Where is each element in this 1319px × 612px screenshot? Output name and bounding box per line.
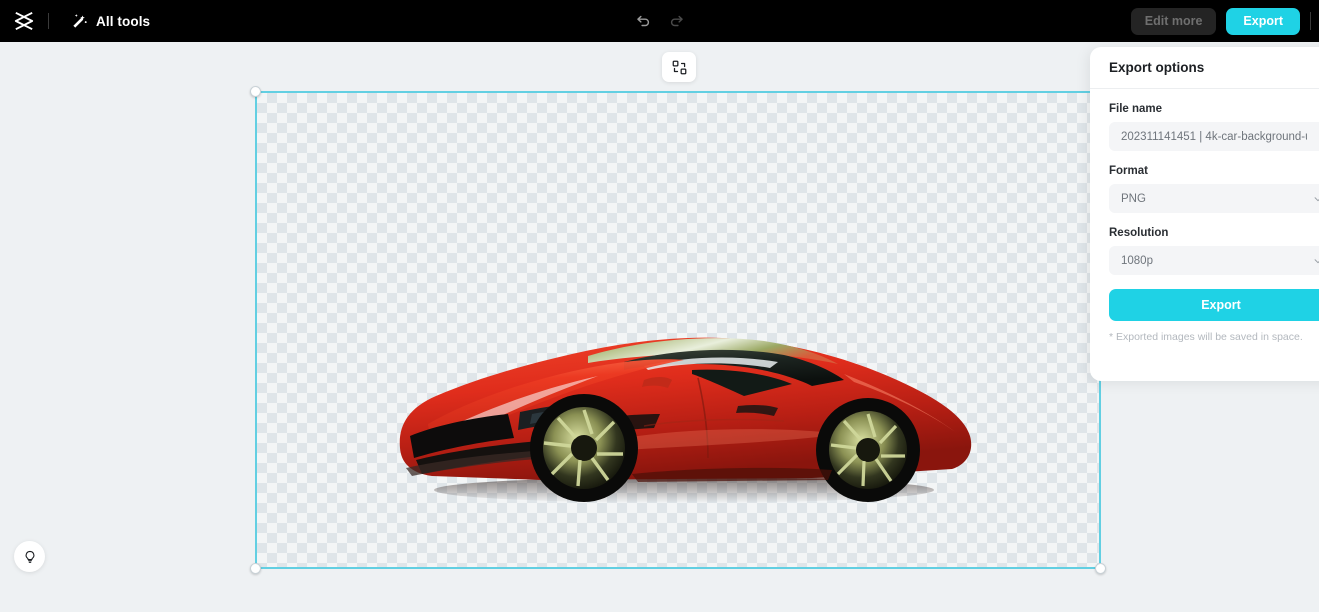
export-panel-header: Export options — [1090, 47, 1319, 89]
magic-wand-icon — [73, 13, 87, 28]
redo-button[interactable] — [667, 11, 687, 31]
history-controls — [633, 11, 687, 31]
app-root: All tools Edit more Export Export option… — [0, 0, 1319, 612]
redo-icon — [670, 15, 683, 27]
format-select[interactable]: PNG — [1109, 184, 1319, 213]
capcut-logo-icon — [14, 11, 34, 31]
edit-more-button[interactable]: Edit more — [1130, 7, 1217, 35]
resize-transform-icon — [672, 60, 686, 74]
rear-wheel — [816, 398, 920, 502]
format-label: Format — [1109, 165, 1148, 177]
capcut-logo[interactable] — [0, 11, 48, 31]
all-tools-button[interactable]: All tools — [71, 13, 150, 30]
export-note: * Exported images will be saved in space… — [1109, 331, 1303, 343]
file-name-value: 202311141451 | 4k-car-background-ulr — [1121, 130, 1307, 143]
file-name-input[interactable]: 202311141451 | 4k-car-background-ulr — [1109, 122, 1319, 151]
undo-icon — [636, 15, 649, 27]
top-bar: All tools Edit more Export — [0, 0, 1319, 42]
chevron-down-icon — [1314, 258, 1319, 263]
resolution-value: 1080p — [1121, 254, 1153, 267]
top-bar-right-divider — [1310, 12, 1311, 30]
resolution-select[interactable]: 1080p — [1109, 246, 1319, 275]
lightbulb-icon — [25, 550, 34, 563]
undo-button[interactable] — [633, 11, 653, 31]
resize-handle-bottom-right[interactable] — [1095, 563, 1106, 574]
format-value: PNG — [1121, 192, 1146, 205]
top-bar-actions: Edit more Export — [1130, 0, 1319, 42]
all-tools-label: All tools — [96, 13, 151, 29]
resize-tool-button[interactable] — [662, 52, 696, 82]
export-button-top[interactable]: Export — [1226, 7, 1300, 35]
chevron-down-icon — [1314, 196, 1319, 201]
front-wheel — [530, 394, 638, 502]
car-artwork — [399, 337, 972, 503]
export-confirm-button[interactable]: Export — [1109, 289, 1319, 321]
resize-handle-bottom-left[interactable] — [250, 563, 261, 574]
hint-button[interactable] — [14, 541, 45, 572]
resolution-label: Resolution — [1109, 227, 1169, 239]
toolbar-divider — [48, 13, 49, 29]
resize-handle-top-left[interactable] — [250, 86, 261, 97]
export-panel-title: Export options — [1109, 60, 1205, 75]
file-name-label: File name — [1109, 103, 1163, 115]
export-panel-body: File name 202311141451 | 4k-car-backgrou… — [1090, 89, 1319, 343]
image-selection-frame[interactable] — [250, 86, 1106, 574]
export-options-panel: Export options File name 202311141451 | … — [1090, 47, 1319, 381]
